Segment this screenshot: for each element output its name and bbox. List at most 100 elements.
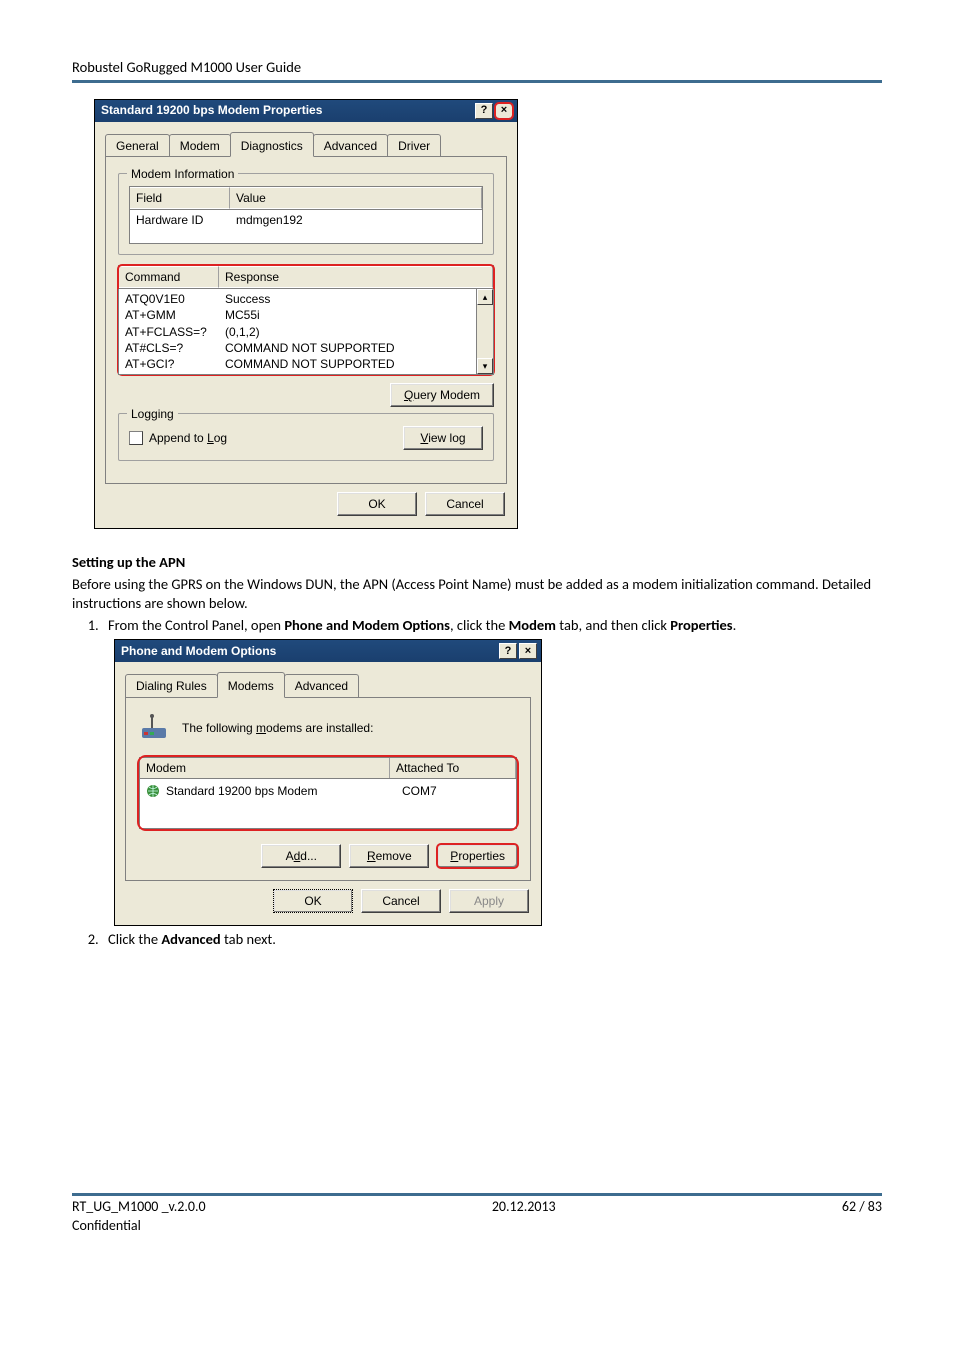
command-column[interactable]: Command [119, 266, 219, 288]
close-icon[interactable]: × [519, 643, 537, 659]
hwid-value: mdmgen192 [230, 212, 482, 228]
modem-properties-dialog: Standard 19200 bps Modem Properties ? × … [94, 99, 518, 530]
scroll-up-icon[interactable]: ▴ [477, 289, 493, 305]
cmd-body: ATQ0V1E0Success AT+GMMMC55i AT+FCLASS=?(… [118, 289, 494, 375]
modem-col[interactable]: Modem [140, 758, 390, 778]
list-item: AT+FCLASS=?(0,1,2) [119, 324, 475, 340]
resp-cell: COMMAND NOT SUPPORTED [219, 356, 475, 372]
installed-row: The following modems are installed: [138, 712, 518, 746]
step1-mid2: tab, and then click [556, 616, 670, 634]
installed-text: The following modems are installed: [182, 720, 373, 736]
dialog2-body: The following modems are installed: Mode… [125, 697, 531, 881]
dialog2-action-row: Add... Remove Properties [138, 844, 518, 868]
cmd-cell: ATQ0V1E0 [119, 291, 219, 307]
cmd-cell: AT#CLS=? [119, 340, 219, 356]
step1-pre: From the Control Panel, open [108, 616, 284, 634]
tab-modems[interactable]: Modems [217, 672, 285, 697]
modem-port: COM7 [402, 783, 437, 799]
scroll-down-icon[interactable]: ▾ [477, 358, 493, 374]
remove-button[interactable]: Remove [349, 844, 429, 868]
command-response-list: Command Response ATQ0V1E0Success AT+GMMM… [118, 265, 494, 375]
hwid-label: Hardware ID [130, 212, 230, 228]
tab-modem[interactable]: Modem [169, 134, 231, 156]
append-to-log-label: Append to Log [149, 430, 227, 446]
tab-advanced[interactable]: Advanced [313, 134, 388, 156]
close-icon[interactable]: × [495, 103, 513, 119]
step1-mid1: , click the [450, 616, 509, 634]
resp-cell: COMMAND NOT SUPPORTED [219, 340, 475, 356]
ok-button-2[interactable]: OK [273, 889, 353, 913]
header-rule [72, 80, 882, 83]
field-column[interactable]: Field [130, 187, 230, 209]
cmd-cell: AT+GMM [119, 307, 219, 323]
list-item: AT#CLS=?COMMAND NOT SUPPORTED [119, 340, 475, 356]
checkbox-icon[interactable] [129, 431, 143, 445]
footer-left: RT_UG_M1000 _v.2.0.0 [72, 1198, 206, 1217]
dialog2-buttons: OK Cancel Apply [115, 889, 541, 925]
list-item: AT+GCI?COMMAND NOT SUPPORTED [119, 356, 475, 372]
step-2: Click the Advanced tab next. [102, 930, 882, 950]
properties-button[interactable]: Properties [437, 844, 518, 868]
body-text: Setting up the APN Before using the GPRS… [72, 553, 882, 635]
modem-icon [138, 712, 172, 746]
dialog2-tabs: Dialing Rules Modems Advanced [125, 672, 531, 696]
phone-modem-dialog: Phone and Modem Options ? × Dialing Rule… [114, 639, 542, 925]
tab-strip: General Modem Diagnostics Advanced Drive… [105, 132, 507, 156]
step1-b2: Modem [509, 616, 556, 634]
modem-info-header: Field Value [129, 186, 483, 210]
cmd-cell: AT+FCLASS=? [119, 324, 219, 340]
step1-end: . [733, 616, 737, 634]
tab-body: Modem Information Field Value Hardware I… [105, 156, 507, 484]
modem-list-item[interactable]: Standard 19200 bps Modem COM7 [146, 783, 510, 799]
modem-info-title: Modem Information [127, 166, 238, 182]
footer-confidential: Confidential [72, 1217, 882, 1236]
dialog-titlebar[interactable]: Standard 19200 bps Modem Properties ? × [95, 100, 517, 122]
resp-cell: MC55i [219, 307, 475, 323]
step-1: From the Control Panel, open Phone and M… [102, 616, 882, 636]
dialog2-title: Phone and Modem Options [121, 643, 497, 659]
cancel-button[interactable]: Cancel [425, 492, 505, 516]
step1-b1: Phone and Modem Options [284, 616, 450, 634]
append-to-log-checkbox[interactable]: Append to Log [129, 430, 227, 446]
tab-advanced2[interactable]: Advanced [284, 674, 359, 696]
list-item: Hardware ID mdmgen192 [130, 212, 482, 228]
dialog1-buttons: OK Cancel [95, 492, 517, 528]
cmd-cell: AT+GCI? [119, 356, 219, 372]
resp-cell: Success [219, 291, 475, 307]
modem-info-group: Modem Information Field Value Hardware I… [118, 173, 494, 255]
attached-col[interactable]: Attached To [390, 758, 516, 778]
logging-title: Logging [127, 406, 178, 422]
page-footer: RT_UG_M1000 _v.2.0.0 20.12.2013 62 / 83 … [0, 1193, 954, 1266]
footer-center: 20.12.2013 [492, 1198, 556, 1217]
footer-right: 62 / 83 [842, 1198, 882, 1217]
cancel-button-2[interactable]: Cancel [361, 889, 441, 913]
query-modem-button[interactable]: Query Modem [390, 383, 494, 407]
tab-driver[interactable]: Driver [387, 134, 441, 156]
page-header: Robustel GoRugged M1000 User Guide [72, 58, 882, 78]
tab-diagnostics[interactable]: Diagnostics [230, 132, 314, 157]
modem-list-outline: Modem Attached To Standard 19200 bps Mod… [138, 756, 518, 830]
list-item: AT+GMMMC55i [119, 307, 475, 323]
modem-list-header: Modem Attached To [139, 757, 517, 779]
dialog2-titlebar[interactable]: Phone and Modem Options ? × [115, 640, 541, 662]
dialog-title: Standard 19200 bps Modem Properties [101, 102, 473, 118]
help-icon[interactable]: ? [475, 103, 493, 119]
help-icon[interactable]: ? [499, 643, 517, 659]
view-log-button[interactable]: View log [403, 426, 483, 450]
tab-dialing-rules[interactable]: Dialing Rules [125, 674, 218, 696]
tab-general[interactable]: General [105, 134, 170, 156]
response-column[interactable]: Response [219, 266, 493, 288]
resp-cell: (0,1,2) [219, 324, 475, 340]
add-button[interactable]: Add... [261, 844, 341, 868]
query-row: Query Modem [118, 383, 494, 407]
apply-button: Apply [449, 889, 529, 913]
logging-group: Logging Append to Log View log [118, 413, 494, 461]
list-item: ATQ0V1E0Success [119, 291, 475, 307]
modem-name: Standard 19200 bps Modem [166, 783, 396, 799]
scrollbar[interactable]: ▴ ▾ [476, 289, 493, 374]
modem-info-body: Hardware ID mdmgen192 [129, 210, 483, 244]
modem-list-body[interactable]: Standard 19200 bps Modem COM7 [139, 779, 517, 829]
ok-button[interactable]: OK [337, 492, 417, 516]
value-column[interactable]: Value [230, 187, 482, 209]
section-heading: Setting up the APN [72, 553, 185, 571]
